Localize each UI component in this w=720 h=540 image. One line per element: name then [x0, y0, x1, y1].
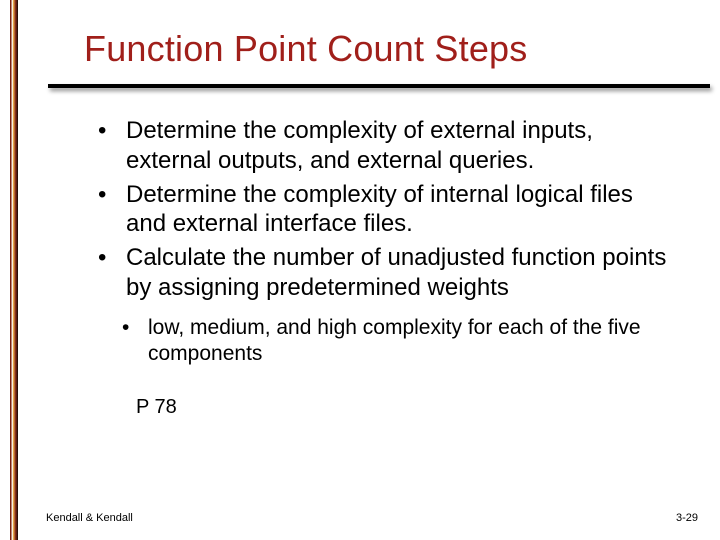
bullet-text: Determine the complexity of internal log… [126, 181, 633, 238]
bullet-text: Calculate the number of unadjusted funct… [126, 244, 666, 301]
footer-page-number: 3-29 [676, 512, 698, 524]
list-item: Determine the complexity of internal log… [96, 180, 670, 240]
page-reference: P 78 [136, 396, 670, 419]
list-item: low, medium, and high complexity for eac… [122, 315, 670, 369]
sub-bullet-text: low, medium, and high complexity for eac… [148, 316, 641, 366]
footer-author: Kendall & Kendall [46, 512, 133, 524]
slide: Function Point Count Steps Determine the… [18, 0, 720, 540]
slide-title: Function Point Count Steps [18, 0, 720, 84]
left-accent-stripe [10, 0, 18, 540]
list-item: Calculate the number of unadjusted funct… [96, 243, 670, 303]
slide-body: Determine the complexity of external inp… [18, 88, 720, 419]
sub-bullet-list: low, medium, and high complexity for eac… [122, 315, 670, 369]
list-item: Determine the complexity of external inp… [96, 116, 670, 176]
body-bullet-list: Determine the complexity of external inp… [96, 116, 670, 303]
bullet-text: Determine the complexity of external inp… [126, 117, 593, 174]
